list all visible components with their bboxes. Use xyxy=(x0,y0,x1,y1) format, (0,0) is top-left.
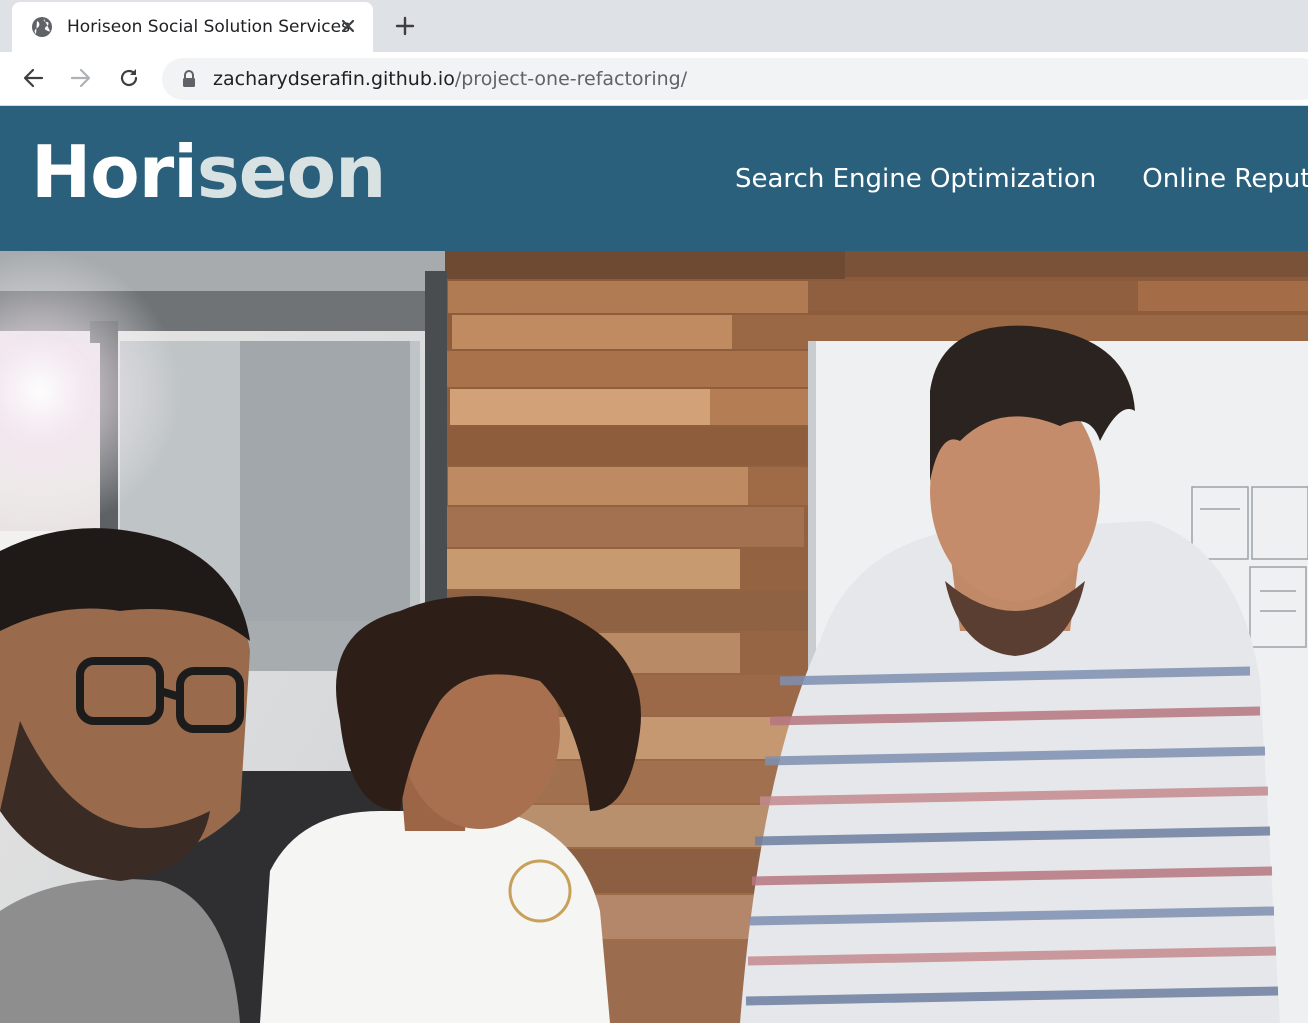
close-icon[interactable] xyxy=(337,15,359,37)
reload-icon[interactable] xyxy=(115,64,143,92)
browser-tabstrip: Horiseon Social Solution Services xyxy=(0,0,1308,52)
logo-accent: seon xyxy=(196,130,386,214)
lock-icon[interactable] xyxy=(181,70,197,88)
browser-toolbar: zacharydserafin.github.io/project-one-re… xyxy=(0,52,1308,106)
back-arrow-icon[interactable] xyxy=(19,64,47,92)
globe-icon xyxy=(31,16,53,38)
url-host: zacharydserafin.github.io xyxy=(213,68,455,90)
forward-arrow-icon[interactable] xyxy=(67,64,95,92)
url-text[interactable]: zacharydserafin.github.io/project-one-re… xyxy=(213,68,687,90)
nav-link-online-reputation-management[interactable]: Online Reputation Management xyxy=(1142,164,1308,194)
main-nav: Search Engine Optimization Online Reputa… xyxy=(735,164,1308,194)
team-collaboration-photo xyxy=(0,251,1308,1023)
plus-icon[interactable] xyxy=(391,12,419,40)
nav-link-search-engine-optimization[interactable]: Search Engine Optimization xyxy=(735,164,1096,194)
site-logo[interactable]: Horiseon xyxy=(31,136,386,208)
url-path: /project-one-refactoring/ xyxy=(454,68,688,90)
address-bar[interactable]: zacharydserafin.github.io/project-one-re… xyxy=(162,58,1308,100)
tab-title: Horiseon Social Solution Services xyxy=(67,17,350,37)
logo-main: Hori xyxy=(31,130,198,214)
hero-image xyxy=(0,251,1308,1023)
site-header: Horiseon Search Engine Optimization Onli… xyxy=(0,106,1308,251)
browser-tab[interactable]: Horiseon Social Solution Services xyxy=(12,2,373,52)
person-left xyxy=(0,528,250,1023)
